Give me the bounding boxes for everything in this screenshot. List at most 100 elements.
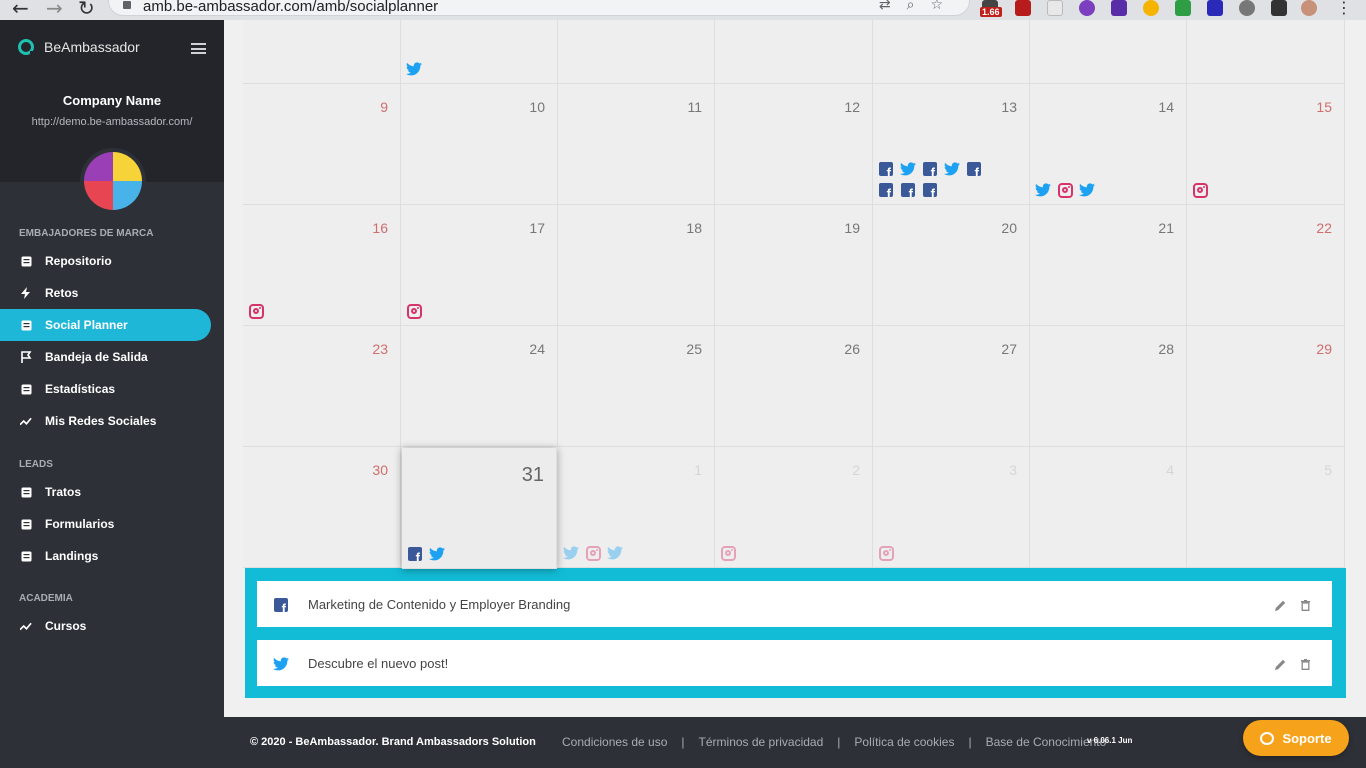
calendar-day-cell[interactable]: 9	[243, 84, 401, 205]
sidebar-item-mis-redes-sociales[interactable]: Mis Redes Sociales	[0, 405, 211, 437]
translate-icon[interactable]: ⇄	[879, 0, 907, 13]
calendar-day-cell[interactable]	[873, 20, 1030, 84]
twitter-icon[interactable]	[1079, 182, 1095, 198]
calendar-day-cell[interactable]: 28	[1030, 326, 1187, 447]
calendar-day-cell[interactable]	[1030, 20, 1187, 84]
sidebar-item-retos[interactable]: Retos	[0, 277, 211, 309]
sun-extension-icon[interactable]	[1143, 0, 1159, 16]
calendar-day-cell[interactable]: 2	[715, 447, 873, 568]
sidebar-item-cursos[interactable]: Cursos	[0, 610, 211, 642]
pencil-edit-icon[interactable]	[1275, 598, 1286, 616]
purple-extension-icon[interactable]	[1111, 0, 1127, 16]
calendar-day-cell[interactable]	[1187, 20, 1345, 84]
calendar-day-cell[interactable]: 31 f	[402, 448, 557, 569]
brand[interactable]: BeAmbassador	[18, 39, 140, 56]
facebook-icon[interactable]: f	[878, 161, 894, 177]
green-extension-icon[interactable]	[1175, 0, 1191, 16]
menu-kebab-icon[interactable]: ⋮	[1336, 0, 1352, 17]
twitter-icon[interactable]	[944, 161, 960, 177]
calendar-day-cell[interactable]: 27	[873, 326, 1030, 447]
hamburger-menu-icon[interactable]	[191, 43, 206, 54]
calendar-day-cell[interactable]: 1	[558, 447, 715, 568]
twitter-icon[interactable]	[900, 161, 916, 177]
calendar-day-cell[interactable]: 17	[401, 205, 558, 326]
calendar-day-cell[interactable]: 14	[1030, 84, 1187, 205]
sidebar-item-estad-sticas[interactable]: Estadísticas	[0, 373, 211, 405]
color-extension-icon[interactable]	[1079, 0, 1095, 16]
twitter-icon[interactable]	[429, 546, 445, 562]
instagram-icon[interactable]	[406, 303, 422, 319]
instagram-icon[interactable]	[248, 303, 264, 319]
sidebar-item-social-planner[interactable]: Social Planner	[0, 309, 211, 341]
footer-links: Condiciones de uso | Términos de privacida…	[562, 735, 1106, 749]
calendar-day-cell[interactable]: 24	[401, 326, 558, 447]
calendar-day-cell[interactable]: 18	[558, 205, 715, 326]
calendar-day-cell[interactable]: 20	[873, 205, 1030, 326]
facebook-icon[interactable]: f	[922, 182, 938, 198]
twitter-icon[interactable]	[1035, 182, 1051, 198]
footer-link[interactable]: Términos de privacidad	[699, 735, 824, 749]
company-url[interactable]: http://demo.be-ambassador.com/	[0, 116, 224, 128]
company-avatar[interactable]	[80, 148, 146, 214]
blue-extension-icon[interactable]	[1207, 0, 1223, 16]
trash-icon[interactable]	[1301, 657, 1310, 675]
instagram-icon[interactable]	[1192, 182, 1208, 198]
doc-extension-icon[interactable]	[1047, 0, 1063, 16]
facebook-icon[interactable]: f	[878, 182, 894, 198]
facebook-icon[interactable]: f	[407, 546, 423, 562]
calendar-day-cell[interactable]	[243, 20, 401, 84]
pencil-edit-icon[interactable]	[1275, 657, 1286, 675]
sidebar-item-bandeja-de-salida[interactable]: Bandeja de Salida	[0, 341, 211, 373]
calendar-day-cell[interactable]	[715, 20, 873, 84]
facebook-icon[interactable]: f	[922, 161, 938, 177]
puzzle-extensions-icon[interactable]	[1271, 0, 1287, 16]
twitter-icon[interactable]	[607, 545, 623, 561]
trash-icon[interactable]	[1301, 598, 1310, 616]
forward-arrow-icon[interactable]: →	[46, 0, 63, 20]
reload-icon[interactable]: ↻	[78, 0, 95, 20]
facebook-icon[interactable]: f	[966, 161, 982, 177]
facebook-icon[interactable]: f	[900, 182, 916, 198]
calendar-day-cell[interactable]: 5	[1187, 447, 1345, 568]
calendar-day-cell[interactable]: 13 f f f f f f	[873, 84, 1030, 205]
instagram-icon[interactable]	[1057, 182, 1073, 198]
pdf-extension-icon[interactable]	[1015, 0, 1031, 16]
support-button[interactable]: Soporte	[1243, 720, 1349, 756]
sidebar-item-landings[interactable]: Landings	[0, 540, 211, 572]
calendar-day-cell[interactable]: 3	[873, 447, 1030, 568]
instagram-icon[interactable]	[720, 545, 736, 561]
instagram-icon[interactable]	[878, 545, 894, 561]
address-bar[interactable]: amb.be-ambassador.com/amb/socialplanner …	[108, 0, 970, 16]
calendar-day-cell[interactable]: 11	[558, 84, 715, 205]
calendar-day-cell[interactable]: 30	[243, 447, 401, 568]
calendar-day-cell[interactable]: 22	[1187, 205, 1345, 326]
calendar-day-cell[interactable]: 16	[243, 205, 401, 326]
gray-extension-icon[interactable]	[1239, 0, 1255, 16]
calendar-day-cell[interactable]: 26	[715, 326, 873, 447]
footer-link[interactable]: Política de cookies	[854, 735, 954, 749]
instagram-icon[interactable]	[585, 545, 601, 561]
calendar-day-cell[interactable]	[401, 20, 558, 84]
sidebar-item-repositorio[interactable]: Repositorio	[0, 245, 211, 277]
profile-avatar-icon[interactable]	[1301, 0, 1317, 16]
back-arrow-icon[interactable]: ←	[12, 0, 29, 20]
bookmark-star-icon[interactable]: ☆	[930, 0, 959, 13]
post-row[interactable]: f Marketing de Contenido y Employer Brand…	[257, 581, 1332, 627]
calendar-day-cell[interactable]: 29	[1187, 326, 1345, 447]
calendar-day-cell[interactable]: 19	[715, 205, 873, 326]
calendar-day-cell[interactable]: 12	[715, 84, 873, 205]
calendar-day-cell[interactable]: 21	[1030, 205, 1187, 326]
calendar-day-cell[interactable]: 25	[558, 326, 715, 447]
post-row[interactable]: Descubre el nuevo post!	[257, 640, 1332, 686]
twitter-icon[interactable]	[406, 61, 422, 77]
calendar-day-cell[interactable]: 23	[243, 326, 401, 447]
calendar-day-cell[interactable]: 15	[1187, 84, 1345, 205]
twitter-icon[interactable]	[563, 545, 579, 561]
zoom-icon[interactable]: ⌕	[907, 0, 931, 13]
sidebar-item-tratos[interactable]: Tratos	[0, 476, 211, 508]
calendar-day-cell[interactable]	[558, 20, 715, 84]
footer-link[interactable]: Condiciones de uso	[562, 735, 667, 749]
calendar-day-cell[interactable]: 4	[1030, 447, 1187, 568]
sidebar-item-formularios[interactable]: Formularios	[0, 508, 211, 540]
calendar-day-cell[interactable]: 10	[401, 84, 558, 205]
